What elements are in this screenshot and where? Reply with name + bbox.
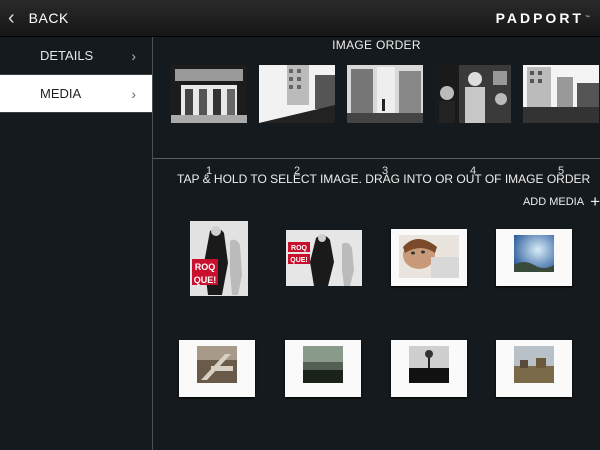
sign-text-line-1: ROQ bbox=[291, 245, 308, 252]
media-tile-1[interactable]: ROQ QUE! bbox=[190, 221, 248, 296]
cross-photo bbox=[197, 346, 237, 383]
back-label: BACK bbox=[28, 10, 69, 26]
sign-text-line-2: QUE! bbox=[290, 257, 308, 264]
media-tile-5[interactable] bbox=[179, 340, 255, 397]
sidebar-item-media[interactable]: MEDIA › bbox=[0, 75, 152, 113]
media-tile-2[interactable]: ROQ QUE! bbox=[286, 230, 362, 286]
media-tile-4[interactable] bbox=[496, 229, 572, 286]
back-button[interactable]: ‹ BACK bbox=[8, 0, 69, 36]
image-order-title: IMAGE ORDER bbox=[332, 38, 421, 52]
portrait-photo bbox=[435, 65, 511, 123]
polaroid-photo bbox=[303, 346, 343, 383]
brand-logo: PADPORT ™ bbox=[496, 0, 590, 36]
chevron-left-icon: ‹ bbox=[8, 7, 15, 29]
media-tile-7[interactable] bbox=[391, 340, 467, 397]
sign-text-line-2: QUE! bbox=[194, 275, 217, 285]
top-bar: ‹ BACK PADPORT ™ bbox=[0, 0, 600, 37]
trademark: ™ bbox=[585, 15, 590, 21]
order-image-1[interactable] bbox=[171, 65, 247, 123]
brand-name: PADPORT bbox=[495, 10, 584, 26]
media-tile-3[interactable] bbox=[391, 229, 467, 286]
building-photo bbox=[259, 65, 335, 123]
woman-face-photo bbox=[399, 235, 459, 278]
blue-sky-photo bbox=[514, 235, 554, 272]
section-divider bbox=[153, 158, 600, 159]
order-image-2[interactable] bbox=[259, 65, 335, 123]
fashion-photo-wide: ROQ QUE! bbox=[286, 230, 362, 286]
media-tile-6[interactable] bbox=[285, 340, 361, 397]
plus-icon: + bbox=[590, 192, 600, 211]
sidebar-item-details[interactable]: DETAILS › bbox=[0, 37, 152, 75]
polaroid-photo bbox=[409, 346, 449, 383]
stormy-sky-photo bbox=[303, 346, 343, 383]
sidebar-item-label: MEDIA bbox=[40, 86, 82, 101]
polaroid-photo bbox=[197, 346, 237, 383]
chevron-right-icon: › bbox=[131, 47, 136, 64]
order-image-3[interactable] bbox=[347, 65, 423, 123]
city-photo bbox=[523, 65, 599, 123]
order-image-4[interactable] bbox=[435, 65, 511, 123]
sidebar: DETAILS › MEDIA › bbox=[0, 37, 153, 450]
chevron-right-icon: › bbox=[131, 85, 136, 102]
polaroid-photo bbox=[514, 235, 554, 272]
tree-silhouette-photo bbox=[409, 346, 449, 383]
street-photo bbox=[347, 65, 423, 123]
polaroid-photo bbox=[514, 346, 554, 383]
polaroid-photo bbox=[399, 235, 459, 278]
media-instructions: TAP & HOLD TO SELECT IMAGE. DRAG INTO OR… bbox=[177, 172, 591, 186]
add-media-label: ADD MEDIA bbox=[522, 195, 585, 208]
landscape-photo bbox=[514, 346, 554, 383]
media-panel: IMAGE ORDER 1 2 3 4 5 TAP & HOLD TO SELE… bbox=[153, 37, 600, 450]
add-media-button[interactable]: ADD MEDIA + bbox=[523, 193, 600, 210]
order-image-5[interactable] bbox=[523, 65, 599, 123]
storefront-photo bbox=[171, 65, 247, 123]
media-tile-8[interactable] bbox=[496, 340, 572, 397]
sign-text-line-1: ROQ bbox=[195, 262, 216, 272]
sidebar-item-label: DETAILS bbox=[40, 48, 94, 63]
fashion-photo: ROQ QUE! bbox=[190, 221, 248, 296]
